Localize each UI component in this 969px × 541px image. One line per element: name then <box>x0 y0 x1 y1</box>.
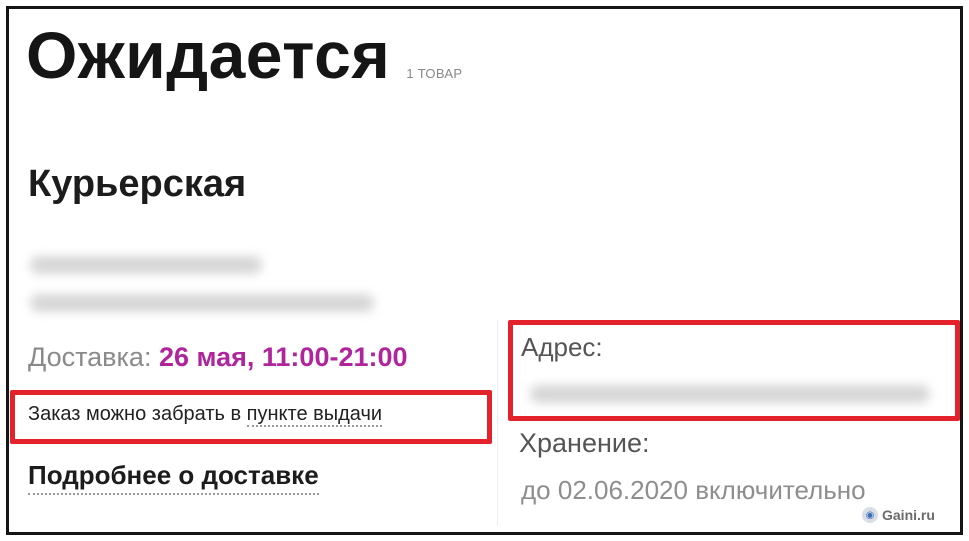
address-label: Адрес: <box>521 332 603 362</box>
watermark-text: Gaini.ru <box>882 507 935 523</box>
item-count-badge: 1 ТОВАР <box>406 66 463 81</box>
pickup-note: Заказ можно забрать в пункте выдачи <box>28 403 383 427</box>
delivery-label: Доставка: <box>28 342 152 372</box>
globe-icon: ◉ <box>862 507 878 523</box>
delivery-schedule: Доставка: 26 мая, 11:00-21:00 <box>28 342 408 373</box>
pickup-note-text: Заказ можно забрать в <box>28 403 247 425</box>
redacted-pickup-address <box>530 385 930 403</box>
delivery-details-link[interactable]: Подробнее о доставке <box>28 460 319 495</box>
delivery-datetime: 26 мая, 11:00-21:00 <box>158 342 408 372</box>
redacted-courier-address-line-1 <box>30 256 262 274</box>
site-watermark: ◉ Gaini.ru <box>862 507 935 523</box>
storage-deadline: до 02.06.2020 включительно <box>521 475 866 505</box>
redacted-courier-address-line-2 <box>30 294 374 312</box>
delivery-type-title: Курьерская <box>28 163 247 205</box>
header: Ожидается 1 ТОВАР <box>26 22 462 88</box>
pickup-point-link[interactable]: пункте выдачи <box>246 403 383 427</box>
column-divider <box>497 320 498 525</box>
page-title: Ожидается <box>26 18 391 92</box>
storage-label: Хранение: <box>519 428 650 458</box>
